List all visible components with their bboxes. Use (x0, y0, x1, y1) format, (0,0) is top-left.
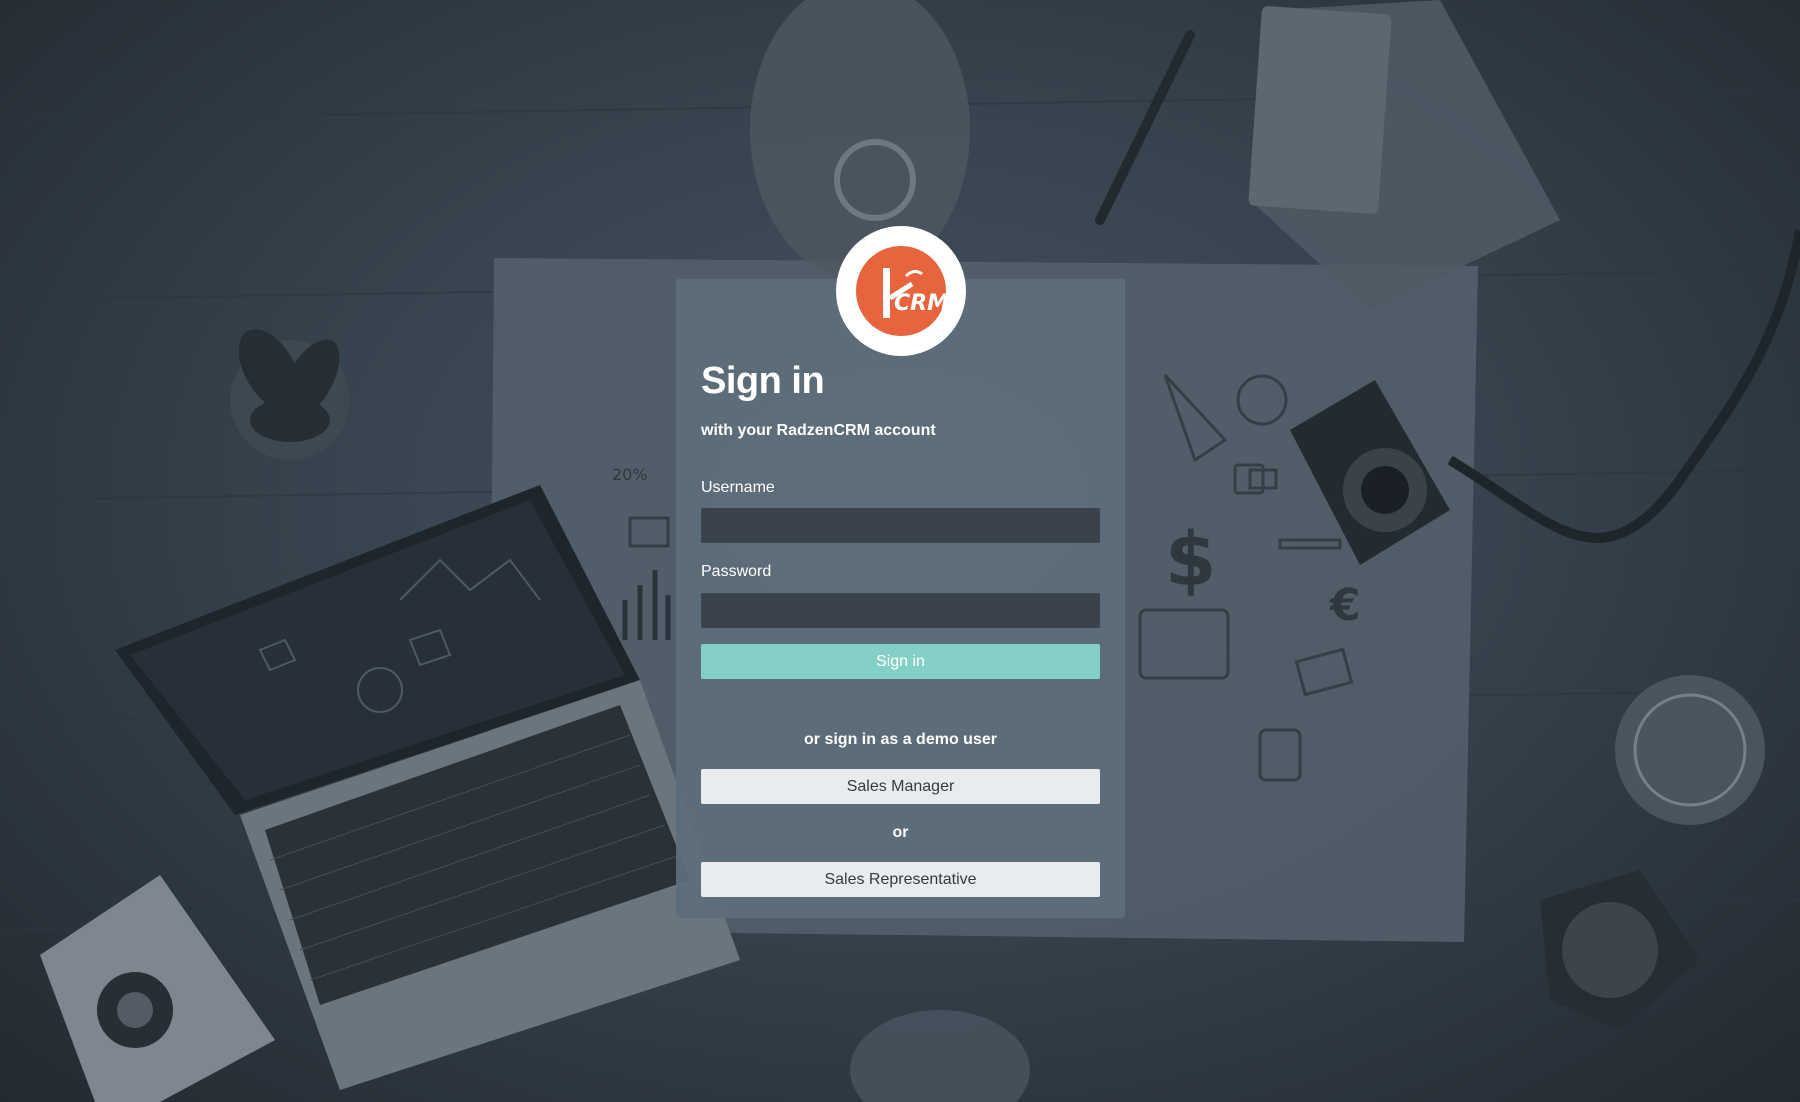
or-separator: or (892, 824, 909, 841)
demo-user-heading: or sign in as a demo user (804, 731, 997, 748)
crm-logo-icon: CRM (856, 246, 946, 336)
plant-illustration (230, 329, 350, 460)
sign-in-button[interactable]: Sign in (701, 644, 1100, 679)
euro-sketch: € (1329, 580, 1361, 631)
username-input[interactable] (701, 508, 1100, 543)
password-input[interactable] (701, 593, 1100, 628)
sales-representative-button[interactable]: Sales Representative (701, 862, 1100, 897)
logo-text: CRM (894, 291, 946, 316)
app-logo: CRM (836, 226, 966, 356)
login-card: CRM Sign in with your RadzenCRM account … (676, 226, 1125, 918)
camera-illustration (40, 875, 275, 1102)
page-title: Sign in (701, 360, 825, 402)
username-label: Username (701, 479, 775, 496)
sales-manager-button[interactable]: Sales Manager (701, 769, 1100, 804)
percent-sketch: 20% (612, 465, 648, 484)
password-label: Password (701, 563, 772, 580)
page-subtitle: with your RadzenCRM account (701, 422, 936, 439)
dollar-sketch: $ (1165, 517, 1217, 603)
